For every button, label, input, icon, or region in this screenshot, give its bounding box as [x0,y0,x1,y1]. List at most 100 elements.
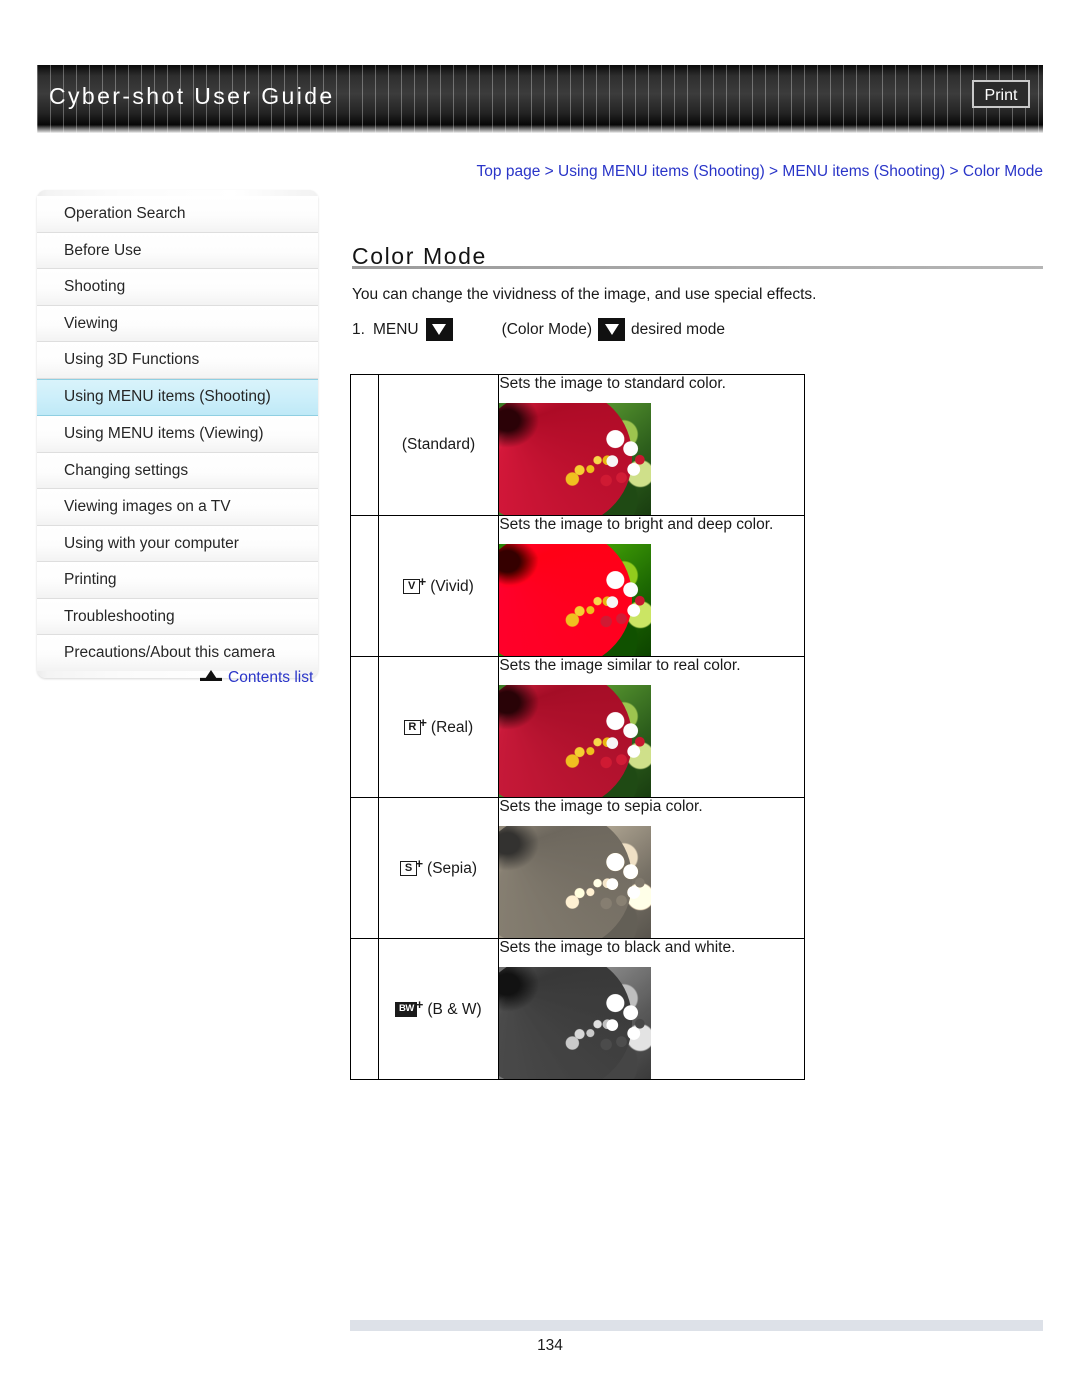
color-mode-s-icon: S + [400,855,424,876]
down-triangle-icon [425,318,453,341]
plus-icon: + [415,855,424,871]
mode-label-wrap: BW + (B & W) [395,996,482,1019]
table-row: (Standard) Sets the image to standard col… [350,374,805,516]
breadcrumb-separator: > [764,163,783,180]
step-paren-label: (Color Mode) [501,320,593,338]
step-instruction: 1. MENU (Color Mode) desired mode [352,318,725,341]
mode-description: Sets the image similar to real color. [499,657,741,674]
breadcrumb-item-3: Color Mode [962,163,1043,180]
mode-name-label: (Sepia) [427,859,477,877]
title-divider [352,266,1043,269]
sidebar-item-label: Before Use [64,241,142,259]
table-cell-mode: V + (Vivid) [377,515,500,657]
plus-icon: + [419,714,427,730]
sidebar-item-using-with-your-computer[interactable]: Using with your computer [37,525,318,562]
table-cell-description: Sets the image to black and white. [498,938,805,1080]
sidebar-item-label: Using with your computer [64,534,239,552]
breadcrumb-separator: > [540,163,558,180]
sidebar-item-label: Shooting [64,278,126,295]
sidebar-item-viewing-images-on-a-tv[interactable]: Viewing images on a TV [37,489,318,526]
table-cell-mode: BW + (B & W) [377,938,500,1080]
intro-text: You can change the vividness of the imag… [352,286,817,303]
color-mode-r-icon: R + [403,714,427,735]
table-cell-description: Sets the image to sepia color. [498,797,805,939]
up-arrow-bar-icon [200,670,222,681]
header-banner: Cyber-shot User Guide Print [37,65,1043,133]
sidebar-item-label: Operation Search [64,205,186,222]
breadcrumb-item-1[interactable]: Using MENU items (Shooting) [558,163,765,180]
plus-icon: + [418,573,427,589]
app-title: Cyber-shot User Guide [49,83,335,109]
sidebar-item-viewing[interactable]: Viewing [37,305,318,342]
breadcrumb-item-2[interactable]: MENU items (Shooting) [782,163,945,180]
sidebar-item-label: Changing settings [64,461,189,479]
mode-label-wrap: S + (Sepia) [400,855,477,878]
sidebar-item-label: Troubleshooting [64,607,175,625]
sidebar-item-label: Printing [64,571,117,588]
contents-list-link[interactable]: Contents list [200,669,313,687]
table-row: V + (Vivid) Sets the image to bright and de… [350,515,805,657]
photo-layer-buds [596,568,649,639]
breadcrumb-item-0[interactable]: Top page [477,163,541,180]
down-triangle-icon-2 [598,318,626,341]
mode-description: Sets the image to black and white. [499,939,736,956]
photo-layer-buds [596,709,649,780]
mode-name-label: (B & W) [427,1000,482,1018]
table-row: BW + (B & W) Sets the image to black and wh… [350,938,805,1080]
table-cell-description: Sets the image similar to real color. [498,656,805,798]
sidebar-nav: Operation Search Before Use Shooting Viewin… [37,190,318,678]
breadcrumb: Top page > Using MENU items (Shooting) >… [477,163,1043,181]
contents-list-label: Contents list [228,669,314,686]
mode-description: Sets the image to sepia color. [499,798,703,815]
table-cell-spacer [350,797,379,939]
photo-layer-buds [596,850,649,921]
table-row: R + (Real) Sets the image similar to real c… [350,656,805,798]
sidebar-item-troubleshooting[interactable]: Troubleshooting [37,598,318,635]
mode-description: Sets the image to bright and deep color. [499,516,774,533]
step-tail-label: desired mode [631,320,725,338]
sidebar-item-precautions-about-this-camera[interactable]: Precautions/About this camera [37,635,318,671]
mode-label-wrap: (Standard) [402,436,475,454]
mode-label-wrap: V + (Vivid) [403,573,474,596]
color-mode-v-icon: V + [403,573,427,594]
table-cell-spacer [350,938,379,1080]
color-mode-bw-icon: BW + [395,996,424,1017]
sidebar-item-printing[interactable]: Printing [37,562,318,599]
sidebar-item-changing-settings[interactable]: Changing settings [37,452,318,489]
table-cell-mode: (Standard) [377,374,500,516]
table-cell-mode: R + (Real) [377,656,500,798]
sidebar-item-shooting[interactable]: Shooting [37,269,318,306]
table-cell-spacer [350,656,379,798]
sidebar-item-using-menu-items-shooting[interactable]: Using MENU items (Shooting) [37,378,318,416]
sample-photo-sepia [499,826,652,938]
sample-photo-bw [499,967,652,1079]
table-cell-description: Sets the image to standard color. [498,374,805,516]
mode-name-label: (Standard) [401,436,476,453]
step-menu-word: MENU [372,320,419,338]
mode-name-label: (Vivid) [430,577,474,595]
sample-photo-standard [499,403,652,515]
sidebar-item-using-menu-items-viewing[interactable]: Using MENU items (Viewing) [37,416,318,453]
footer-divider [350,1320,1043,1331]
sidebar-item-before-use[interactable]: Before Use [37,232,318,269]
breadcrumb-separator: > [945,163,963,180]
sample-photo-vivid [499,544,652,656]
mode-label-wrap: R + (Real) [403,714,474,737]
page-number: 134 [537,1337,563,1354]
sample-photo-real [499,685,652,797]
print-button[interactable]: Print [972,80,1030,108]
sidebar-item-label: Precautions/About this camera [64,644,276,661]
photo-layer-buds [596,991,649,1062]
sidebar-item-operation-search[interactable]: Operation Search [37,196,318,233]
table-row: S + (Sepia) Sets the image to sepia color. [350,797,805,939]
mode-name-label: (Real) [430,718,474,736]
plus-icon: + [415,996,424,1012]
mode-icon-letter: BW [395,1001,418,1017]
table-cell-description: Sets the image to bright and deep color. [498,515,805,657]
mode-description: Sets the image to standard color. [499,375,726,392]
photo-layer-buds [596,427,649,498]
color-mode-table: (Standard) Sets the image to standard col… [350,374,805,1080]
table-cell-mode: S + (Sepia) [377,797,500,939]
sidebar-item-using-3d-functions[interactable]: Using 3D Functions [37,342,318,379]
sidebar-item-label: Using MENU items (Shooting) [64,387,271,405]
